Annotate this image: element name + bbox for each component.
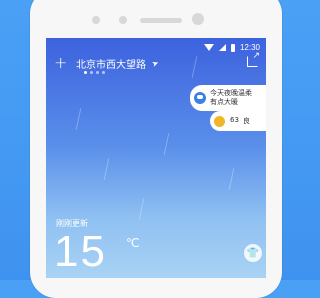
aqi-level: 良	[242, 117, 250, 125]
front-camera	[192, 13, 204, 25]
phone-frame: 12:30 + 北京市西大望路 ➤ ↗ 今天夜晚温柔 有点大暖 63 良 刚刚更…	[30, 0, 282, 298]
add-city-button[interactable]: +	[54, 54, 67, 72]
sensor-dot	[92, 16, 100, 24]
share-arrow-icon: ↗	[252, 51, 260, 61]
page-indicator	[84, 71, 105, 74]
location-name: 北京市西大望路	[76, 60, 146, 71]
aqi-badge-icon	[214, 115, 225, 127]
phone-top-bar	[30, 13, 282, 27]
signal-icon	[218, 44, 226, 51]
temperature-value: 15	[54, 227, 107, 276]
page-dot	[90, 71, 93, 74]
location-arrow-icon: ➤	[150, 58, 161, 69]
temperature-unit: ℃	[126, 236, 140, 250]
shirt-icon: 👕	[246, 247, 260, 259]
forecast-line-1: 今天夜晚温柔	[210, 89, 252, 97]
speaker-grille	[140, 18, 182, 23]
location-selector[interactable]: 北京市西大望路 ➤	[76, 56, 161, 71]
page-dot	[96, 71, 99, 74]
page-dot	[84, 71, 87, 74]
battery-icon	[230, 43, 235, 52]
sensor-dot	[119, 16, 127, 24]
wifi-icon	[203, 44, 214, 51]
cloud-rain-icon	[194, 92, 206, 104]
aqi-value: 63	[230, 116, 239, 124]
weather-screen: 12:30 + 北京市西大望路 ➤ ↗ 今天夜晚温柔 有点大暖 63 良 刚刚更…	[46, 38, 266, 278]
clothing-tips-button[interactable]: 👕	[244, 244, 262, 262]
page-dot	[102, 71, 105, 74]
aqi-card[interactable]: 63 良	[210, 111, 266, 131]
forecast-line-2: 有点大暖	[210, 98, 238, 106]
share-button[interactable]: ↗	[244, 51, 260, 68]
forecast-card[interactable]: 今天夜晚温柔 有点大暖	[190, 85, 266, 111]
